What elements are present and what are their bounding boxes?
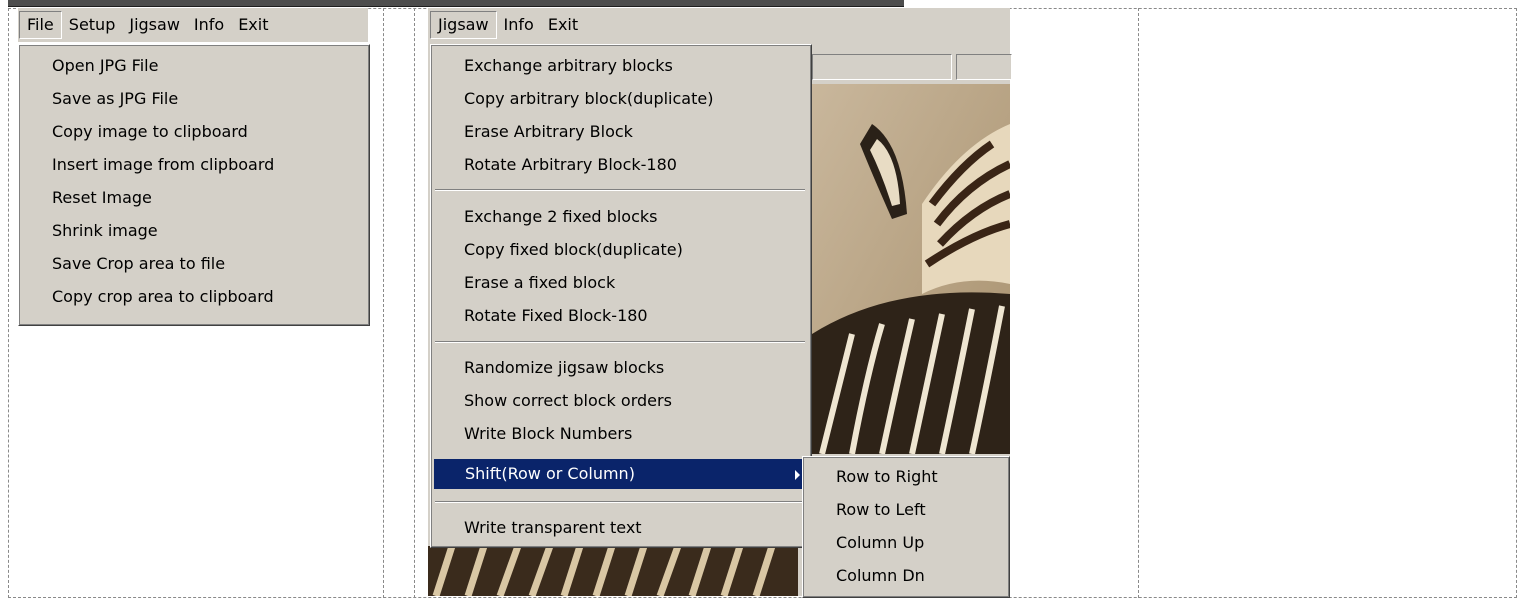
cell-divider [383, 8, 384, 598]
menu-jigsaw[interactable]: Jigsaw [430, 11, 497, 39]
menu-setup[interactable]: Setup [62, 11, 123, 39]
submenu-item-column-dn[interactable]: Column Dn [805, 559, 1005, 592]
title-bar-strip [8, 0, 904, 7]
jigsaw-menu-dropdown: Exchange arbitrary blocks Copy arbitrary… [430, 44, 812, 548]
menu-item-save-crop[interactable]: Save Crop area to file [21, 247, 365, 280]
menu-item-insert-from-clipboard[interactable]: Insert image from clipboard [21, 148, 365, 181]
menu-file[interactable]: File [19, 11, 62, 39]
menu-item-copy-crop[interactable]: Copy crop area to clipboard [21, 280, 365, 313]
menu-item-rotate-fixed[interactable]: Rotate Fixed Block-180 [433, 299, 807, 332]
menu-item-write-transparent-text[interactable]: Write transparent text [433, 511, 807, 544]
menu-info[interactable]: Info [187, 11, 231, 39]
menu-item-rotate-arbitrary[interactable]: Rotate Arbitrary Block-180 [433, 148, 807, 181]
submenu-item-row-to-left[interactable]: Row to Left [805, 493, 1005, 526]
menu-item-reset-image[interactable]: Reset Image [21, 181, 365, 214]
file-menu-dropdown: Open JPG File Save as JPG File Copy imag… [18, 44, 370, 326]
menu-item-erase-fixed[interactable]: Erase a fixed block [433, 266, 807, 299]
menu-item-erase-arbitrary[interactable]: Erase Arbitrary Block [433, 115, 807, 148]
menu-item-randomize[interactable]: Randomize jigsaw blocks [433, 351, 807, 384]
menu-separator [435, 341, 805, 343]
zebra-image [812, 84, 1010, 454]
menu-item-shift-row-column[interactable]: Shift(Row or Column) [434, 459, 806, 489]
menu-item-exchange-fixed[interactable]: Exchange 2 fixed blocks [433, 200, 807, 233]
menu-item-exchange-arbitrary[interactable]: Exchange arbitrary blocks [433, 49, 807, 82]
toolbar-field[interactable] [956, 54, 1012, 80]
menu-item-copy-fixed[interactable]: Copy fixed block(duplicate) [433, 233, 807, 266]
toolbar-field[interactable] [812, 54, 952, 80]
submenu-arrow-icon [795, 470, 800, 480]
menu-separator [435, 189, 805, 191]
right-menubar: Jigsaw Info Exit [430, 10, 585, 40]
menu-separator [435, 501, 805, 503]
menu-jigsaw[interactable]: Jigsaw [122, 11, 187, 39]
menu-exit[interactable]: Exit [231, 11, 275, 39]
left-menubar: File Setup Jigsaw Info Exit [19, 10, 275, 40]
menu-item-copy-arbitrary[interactable]: Copy arbitrary block(duplicate) [433, 82, 807, 115]
submenu-item-row-to-right[interactable]: Row to Right [805, 460, 1005, 493]
shift-submenu: Row to Right Row to Left Column Up Colum… [802, 456, 1010, 598]
menu-item-show-correct-order[interactable]: Show correct block orders [433, 384, 807, 417]
cell-divider [1138, 8, 1139, 598]
menu-item-open-jpg[interactable]: Open JPG File [21, 49, 365, 82]
menu-exit[interactable]: Exit [541, 11, 585, 39]
cell-divider [414, 8, 415, 598]
submenu-item-column-up[interactable]: Column Up [805, 526, 1005, 559]
menu-item-write-block-numbers[interactable]: Write Block Numbers [433, 417, 807, 450]
zebra-image-bottom [428, 546, 798, 596]
menu-item-shrink-image[interactable]: Shrink image [21, 214, 365, 247]
menu-item-save-jpg[interactable]: Save as JPG File [21, 82, 365, 115]
menu-info[interactable]: Info [497, 11, 541, 39]
menu-item-copy-to-clipboard[interactable]: Copy image to clipboard [21, 115, 365, 148]
